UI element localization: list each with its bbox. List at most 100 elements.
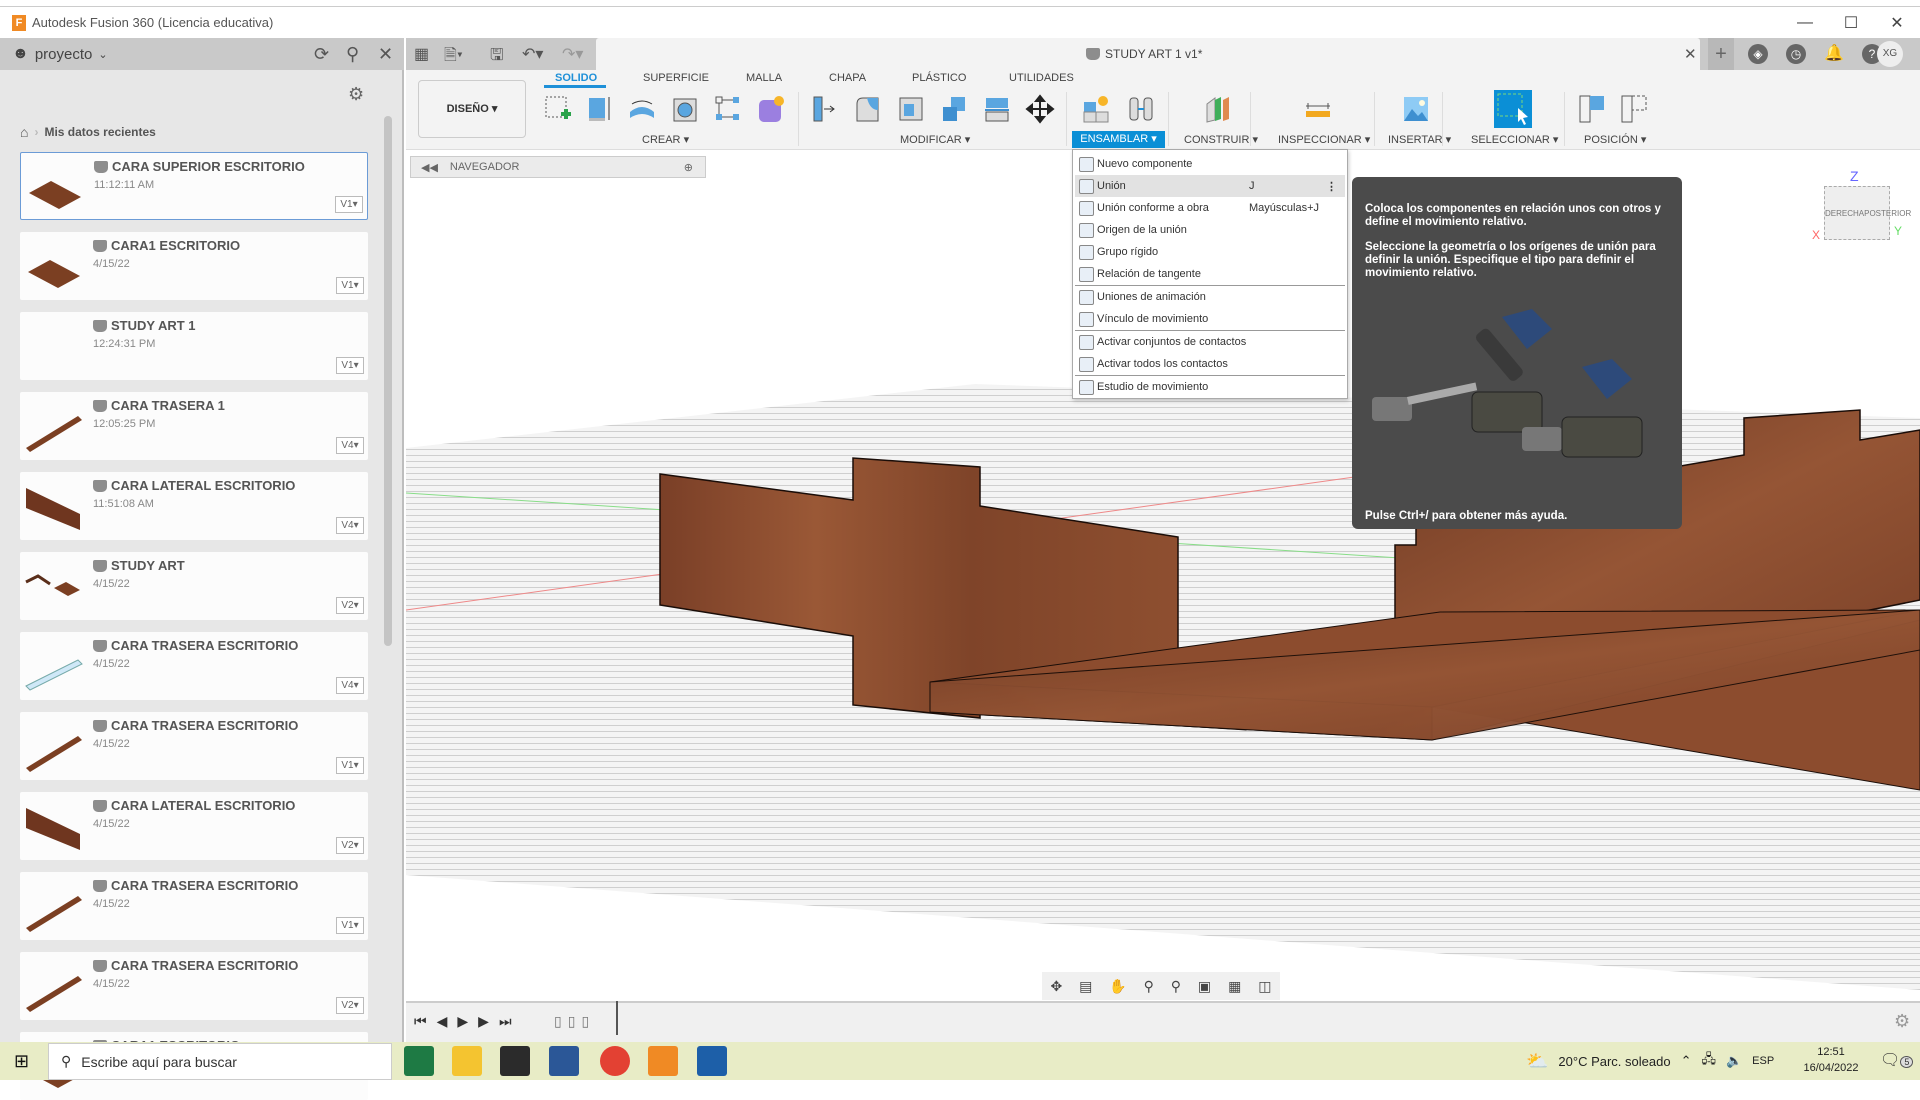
menu-item-activar-conjuntos-de-contactos[interactable]: Activar conjuntos de contactos xyxy=(1075,331,1345,353)
network-icon[interactable]: 🖧 xyxy=(1701,1050,1716,1072)
new-tab-button[interactable]: + xyxy=(1708,38,1734,70)
tab-solido[interactable]: SOLIDO xyxy=(555,72,597,84)
step-back-icon[interactable]: ◀ xyxy=(437,1013,448,1030)
breadcrumb-recent[interactable]: Mis datos recientes xyxy=(44,125,155,139)
revolve-icon[interactable] xyxy=(627,94,657,124)
group-crear[interactable]: CREAR ▾ xyxy=(642,133,689,146)
close-tab-icon[interactable]: ✕ xyxy=(1684,45,1697,63)
show-hidden-icons[interactable]: ⌃ xyxy=(1681,1053,1692,1069)
workspace-switcher[interactable]: DISEÑO ▾ xyxy=(418,80,526,138)
language-indicator[interactable]: ESP xyxy=(1752,1055,1774,1067)
timeline-marker[interactable] xyxy=(616,1001,618,1035)
taskbar-search[interactable]: ⚲ Escribe aquí para buscar xyxy=(48,1043,392,1080)
menu-item-unión[interactable]: Unión J ⋮ xyxy=(1075,175,1345,197)
move-copy-icon[interactable] xyxy=(1025,94,1055,124)
combine-icon[interactable] xyxy=(939,94,969,124)
file-explorer-icon[interactable] xyxy=(452,1046,482,1076)
sticky-notes-icon[interactable] xyxy=(500,1046,530,1076)
group-ensamblar[interactable]: ENSAMBLAR ▾ xyxy=(1072,131,1165,148)
undo-icon[interactable]: ↶▾ xyxy=(522,44,543,64)
pattern-icon[interactable] xyxy=(713,94,743,124)
view-cube[interactable]: Z DERECHA POSTERIOR X Y xyxy=(1812,168,1911,248)
data-item-card[interactable]: CARA TRASERA ESCRITORIO 4/15/22 V2▾ xyxy=(20,952,368,1020)
notifications-bell-icon[interactable]: 🔔 xyxy=(1824,44,1844,64)
data-item-card[interactable]: CARA LATERAL ESCRITORIO 4/15/22 V2▾ xyxy=(20,792,368,860)
version-dropdown[interactable]: V4▾ xyxy=(336,517,364,534)
job-status-icon[interactable]: ◷ xyxy=(1786,44,1806,64)
chrome-app-icon[interactable] xyxy=(600,1046,630,1076)
insert-image-icon[interactable] xyxy=(1401,94,1431,124)
redo-icon[interactable]: ↷▾ xyxy=(562,44,583,64)
home-icon[interactable]: ⌂ xyxy=(20,124,28,140)
view-cube-face[interactable]: DERECHA POSTERIOR xyxy=(1824,186,1911,240)
clock[interactable]: 12:51 16/04/2022 xyxy=(1796,1044,1866,1076)
fusion-app-icon[interactable] xyxy=(648,1046,678,1076)
data-item-card[interactable]: CARA TRASERA ESCRITORIO 4/15/22 V1▾ xyxy=(20,872,368,940)
menu-item-activar-todos-los-contactos[interactable]: Activar todos los contactos xyxy=(1075,353,1345,375)
minimize-button[interactable]: — xyxy=(1782,7,1828,39)
project-selector[interactable]: proyecto xyxy=(35,46,93,63)
new-component-icon[interactable] xyxy=(1081,94,1111,124)
version-dropdown[interactable]: V1▾ xyxy=(335,196,363,213)
menu-item-origen-de-la-unión[interactable]: Origen de la unión xyxy=(1075,219,1345,241)
word-app-icon[interactable] xyxy=(549,1046,579,1076)
menu-item-vínculo-de-movimiento[interactable]: Vínculo de movimiento xyxy=(1075,308,1345,330)
face-derecha[interactable]: DERECHA xyxy=(1825,209,1864,218)
data-item-card[interactable]: STUDY ART 1 12:24:31 PM V1▾ xyxy=(20,312,368,380)
extrude-icon[interactable] xyxy=(584,94,614,124)
group-posicion[interactable]: POSICIÓN ▾ xyxy=(1584,133,1646,146)
timeline-joint-icon[interactable]: ▯ xyxy=(568,1013,576,1030)
version-dropdown[interactable]: V1▾ xyxy=(336,917,364,934)
fit-icon[interactable]: ⚲ xyxy=(1171,978,1181,995)
close-panel-icon[interactable]: ✕ xyxy=(378,44,393,65)
grid-settings-icon[interactable]: ▦ xyxy=(1228,978,1241,995)
version-dropdown[interactable]: V4▾ xyxy=(336,437,364,454)
create-form-icon[interactable] xyxy=(756,94,786,124)
timeline-joint-icon[interactable]: ▯ xyxy=(581,1013,589,1030)
timeline-joint-icon[interactable]: ▯ xyxy=(554,1013,562,1030)
viewports-icon[interactable]: ◫ xyxy=(1258,978,1271,995)
excel-app-icon[interactable] xyxy=(404,1046,434,1076)
tab-superficie[interactable]: SUPERFICIE xyxy=(643,72,709,84)
version-dropdown[interactable]: V1▾ xyxy=(336,757,364,774)
step-forward-icon[interactable]: ▶ xyxy=(478,1013,489,1030)
version-dropdown[interactable]: V2▾ xyxy=(336,997,364,1014)
group-insertar[interactable]: INSERTAR ▾ xyxy=(1388,133,1451,146)
user-avatar[interactable]: XG xyxy=(1877,41,1903,67)
version-dropdown[interactable]: V4▾ xyxy=(336,677,364,694)
construct-plane-icon[interactable] xyxy=(1203,94,1233,124)
version-dropdown[interactable]: V2▾ xyxy=(336,837,364,854)
menu-item-unión-conforme-a-obra[interactable]: Unión conforme a obra Mayúsculas+J xyxy=(1075,197,1345,219)
refresh-icon[interactable]: ⟳ xyxy=(314,44,329,65)
zoom-icon[interactable]: ⚲ xyxy=(1144,978,1154,995)
go-to-end-icon[interactable]: ⏭ xyxy=(499,1013,512,1030)
capture-position-icon[interactable] xyxy=(1578,94,1608,124)
weather-icon[interactable]: ⛅ xyxy=(1526,1051,1548,1072)
fillet-icon[interactable] xyxy=(853,94,883,124)
data-item-card[interactable]: CARA1 ESCRITORIO 4/15/22 V1▾ xyxy=(20,232,368,300)
create-sketch-icon[interactable] xyxy=(543,94,573,124)
file-menu-icon[interactable]: 🗎▾ xyxy=(444,44,463,71)
data-item-card[interactable]: CARA TRASERA ESCRITORIO 4/15/22 V4▾ xyxy=(20,632,368,700)
maximize-button[interactable]: ☐ xyxy=(1828,7,1874,39)
save-icon[interactable]: 🖫 xyxy=(490,44,504,71)
data-item-card[interactable]: STUDY ART 4/15/22 V2▾ xyxy=(20,552,368,620)
display-settings-icon[interactable]: ▣ xyxy=(1198,978,1211,995)
shell-icon[interactable] xyxy=(896,94,926,124)
select-icon[interactable] xyxy=(1494,90,1532,128)
weather-text[interactable]: 20°C Parc. soleado xyxy=(1558,1054,1670,1069)
photos-app-icon[interactable] xyxy=(697,1046,727,1076)
play-icon[interactable]: ▶ xyxy=(457,1013,468,1030)
pan-hand-icon[interactable]: ✋ xyxy=(1109,978,1126,995)
group-construir[interactable]: CONSTRUIR ▾ xyxy=(1184,133,1258,146)
tab-utilidades[interactable]: UTILIDADES xyxy=(1009,72,1074,84)
group-seleccionar[interactable]: SELECCIONAR ▾ xyxy=(1471,133,1558,146)
tab-plastico[interactable]: PLÁSTICO xyxy=(912,72,966,84)
data-item-card[interactable]: CARA SUPERIOR ESCRITORIO 11:12:11 AM V1▾ xyxy=(20,152,368,220)
joint-icon[interactable] xyxy=(1126,94,1156,124)
expand-plus-icon[interactable]: ⊕ xyxy=(684,161,693,174)
hole-icon[interactable] xyxy=(670,94,700,124)
menu-item-nuevo-componente[interactable]: Nuevo componente xyxy=(1075,153,1345,175)
data-panel-scrollbar[interactable] xyxy=(384,116,392,646)
search-icon[interactable]: ⚲ xyxy=(346,44,359,65)
